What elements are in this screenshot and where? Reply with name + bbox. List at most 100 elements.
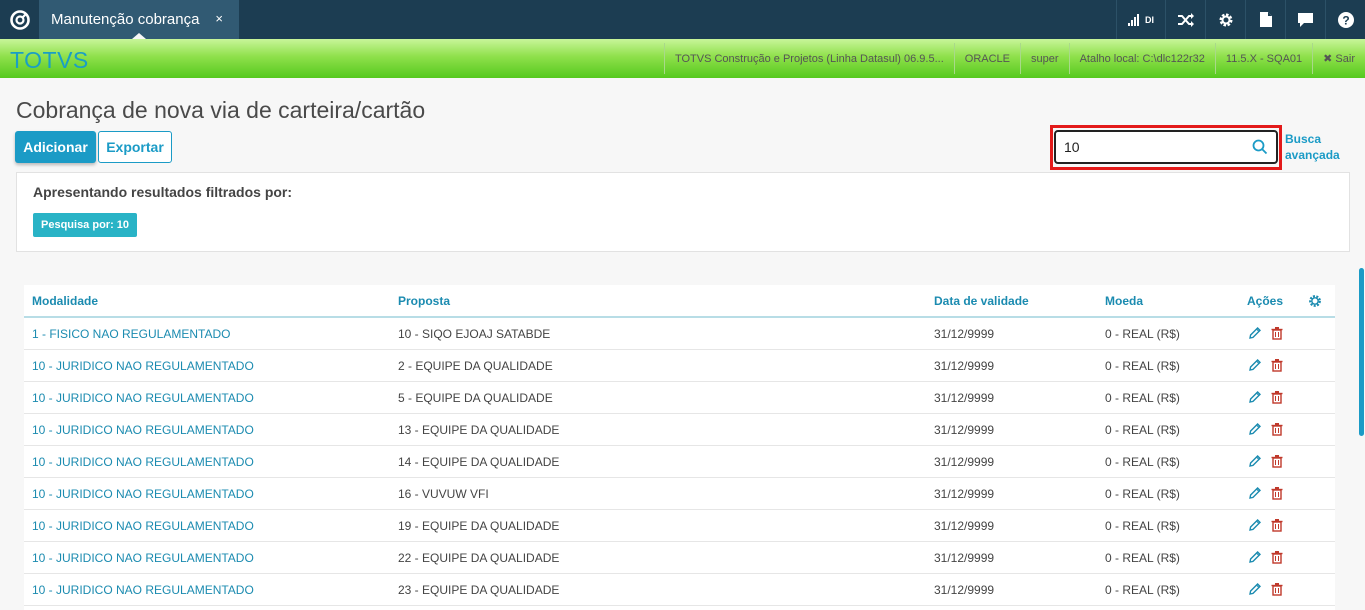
delete-trash-icon[interactable] bbox=[1270, 422, 1284, 436]
shuffle-icon[interactable] bbox=[1165, 0, 1205, 39]
table-row[interactable]: 10 - JURIDICO NAO REGULAMENTADO 19 - EQUI… bbox=[24, 510, 1335, 542]
edit-pencil-icon[interactable] bbox=[1248, 358, 1262, 372]
header-proposta[interactable]: Proposta bbox=[398, 294, 450, 308]
top-bar: Manutenção cobrança × DI ? bbox=[0, 0, 1365, 39]
edit-pencil-icon[interactable] bbox=[1248, 454, 1262, 468]
delete-trash-icon[interactable] bbox=[1270, 550, 1284, 564]
svg-text:?: ? bbox=[1342, 13, 1349, 27]
delete-trash-icon[interactable] bbox=[1270, 486, 1284, 500]
gear-icon[interactable] bbox=[1205, 0, 1245, 39]
table-row[interactable]: 10 - JURIDICO NAO REGULAMENTADO 5 - EQUIP… bbox=[24, 382, 1335, 414]
cell-modalidade[interactable]: 10 - JURIDICO NAO REGULAMENTADO bbox=[32, 391, 254, 405]
tab-label: Manutenção cobrança bbox=[51, 11, 200, 28]
advanced-search-link[interactable]: Busca avançada bbox=[1285, 131, 1340, 163]
cell-validade: 31/12/9999 bbox=[934, 519, 995, 533]
delete-trash-icon[interactable] bbox=[1270, 518, 1284, 532]
advanced-search-label-1: Busca bbox=[1285, 132, 1322, 146]
document-icon[interactable] bbox=[1245, 0, 1285, 39]
cell-moeda: 0 - REAL (R$) bbox=[1105, 423, 1180, 437]
shortcut-info: Atalho local: C:\dlc122r32 bbox=[1068, 43, 1215, 74]
chat-icon[interactable] bbox=[1285, 0, 1325, 39]
table-row[interactable]: 10 - JURIDICO NAO REGULAMENTADO 16 - VUVU… bbox=[24, 478, 1335, 510]
logout-button[interactable]: ✖ Sair bbox=[1312, 43, 1365, 74]
cell-moeda: 0 - REAL (R$) bbox=[1105, 455, 1180, 469]
cell-proposta: 22 - EQUIPE DA QUALIDADE bbox=[398, 551, 560, 565]
cell-validade: 31/12/9999 bbox=[934, 551, 995, 565]
delete-trash-icon[interactable] bbox=[1270, 454, 1284, 468]
header-moeda[interactable]: Moeda bbox=[1105, 294, 1143, 308]
cell-moeda: 0 - REAL (R$) bbox=[1105, 583, 1180, 597]
edit-pencil-icon[interactable] bbox=[1248, 326, 1262, 340]
signal-icon[interactable]: DI bbox=[1116, 0, 1165, 39]
table-row[interactable]: 1 - FISICO NAO REGULAMENTADO 10 - SIQO EJ… bbox=[24, 318, 1335, 350]
cell-moeda: 0 - REAL (R$) bbox=[1105, 551, 1180, 565]
header-bar: TOTVS TOTVS Construção e Projetos (Linha… bbox=[0, 39, 1365, 78]
cell-moeda: 0 - REAL (R$) bbox=[1105, 327, 1180, 341]
tab-close-icon[interactable]: × bbox=[215, 11, 223, 26]
cell-proposta: 14 - EQUIPE DA QUALIDADE bbox=[398, 455, 560, 469]
cell-modalidade[interactable]: 10 - JURIDICO NAO REGULAMENTADO bbox=[32, 455, 254, 469]
table-row[interactable]: 10 - JURIDICO NAO REGULAMENTADO 22 - EQUI… bbox=[24, 542, 1335, 574]
help-icon-svg: ? bbox=[1337, 11, 1354, 28]
results-table: Modalidade Proposta Data de validade Moe… bbox=[24, 285, 1335, 610]
cell-modalidade[interactable]: 10 - JURIDICO NAO REGULAMENTADO bbox=[32, 487, 254, 501]
edit-pencil-icon[interactable] bbox=[1248, 518, 1262, 532]
table-row[interactable]: 10 - JURIDICO NAO REGULAMENTADO 14 - EQUI… bbox=[24, 446, 1335, 478]
cell-validade: 31/12/9999 bbox=[934, 423, 995, 437]
chat-icon-svg bbox=[1298, 12, 1313, 27]
table-settings-gear-icon[interactable] bbox=[1308, 294, 1322, 308]
cell-moeda: 0 - REAL (R$) bbox=[1105, 359, 1180, 373]
delete-trash-icon[interactable] bbox=[1270, 326, 1284, 340]
cell-modalidade[interactable]: 1 - FISICO NAO REGULAMENTADO bbox=[32, 327, 230, 341]
cell-moeda: 0 - REAL (R$) bbox=[1105, 519, 1180, 533]
logo-icon-svg bbox=[9, 9, 30, 30]
version-info: 11.5.X - SQA01 bbox=[1214, 43, 1312, 74]
search-input[interactable] bbox=[1054, 130, 1278, 164]
cell-validade: 31/12/9999 bbox=[934, 391, 995, 405]
brand-logo: TOTVS bbox=[10, 47, 89, 73]
shuffle-icon-svg bbox=[1177, 12, 1194, 27]
cell-moeda: 0 - REAL (R$) bbox=[1105, 391, 1180, 405]
header-modalidade[interactable]: Modalidade bbox=[32, 294, 98, 308]
signal-icon-svg bbox=[1128, 13, 1139, 26]
logo-icon[interactable] bbox=[0, 0, 39, 39]
edit-pencil-icon[interactable] bbox=[1248, 390, 1262, 404]
filter-tag[interactable]: Pesquisa por: 10 bbox=[33, 213, 138, 237]
cell-validade: 31/12/9999 bbox=[934, 327, 995, 341]
delete-trash-icon[interactable] bbox=[1270, 582, 1284, 596]
gear-icon-svg bbox=[1219, 13, 1232, 26]
cell-validade: 31/12/9999 bbox=[934, 455, 995, 469]
delete-trash-icon[interactable] bbox=[1270, 390, 1284, 404]
add-button[interactable]: Adicionar bbox=[15, 131, 96, 163]
export-button[interactable]: Exportar bbox=[98, 131, 172, 163]
cell-modalidade[interactable]: 10 - JURIDICO NAO REGULAMENTADO bbox=[32, 423, 254, 437]
edit-pencil-icon[interactable] bbox=[1248, 422, 1262, 436]
scrollbar[interactable] bbox=[1359, 268, 1364, 436]
document-icon-svg bbox=[1259, 12, 1272, 27]
header-validade[interactable]: Data de validade bbox=[934, 294, 1029, 308]
cell-proposta: 2 - EQUIPE DA QUALIDADE bbox=[398, 359, 553, 373]
cell-proposta: 19 - EQUIPE DA QUALIDADE bbox=[398, 519, 560, 533]
help-icon[interactable]: ? bbox=[1325, 0, 1365, 39]
product-info: TOTVS Construção e Projetos (Linha Datas… bbox=[663, 43, 954, 74]
cell-moeda: 0 - REAL (R$) bbox=[1105, 487, 1180, 501]
table-row[interactable]: 10 - JURIDICO NAO REGULAMENTADO 13 - EQUI… bbox=[24, 414, 1335, 446]
edit-pencil-icon[interactable] bbox=[1248, 486, 1262, 500]
cell-proposta: 13 - EQUIPE DA QUALIDADE bbox=[398, 423, 560, 437]
cell-modalidade[interactable]: 10 - JURIDICO NAO REGULAMENTADO bbox=[32, 583, 254, 597]
user-info: super bbox=[1020, 43, 1069, 74]
cell-modalidade[interactable]: 10 - JURIDICO NAO REGULAMENTADO bbox=[32, 519, 254, 533]
edit-pencil-icon[interactable] bbox=[1248, 550, 1262, 564]
cell-proposta: 23 - EQUIPE DA QUALIDADE bbox=[398, 583, 560, 597]
search-icon[interactable] bbox=[1252, 139, 1268, 155]
table-row[interactable]: 10 - JURIDICO NAO REGULAMENTADO 2 - EQUIP… bbox=[24, 350, 1335, 382]
tab-manutencao-cobranca[interactable]: Manutenção cobrança × bbox=[39, 0, 239, 39]
database-info: ORACLE bbox=[953, 43, 1020, 74]
cell-modalidade[interactable]: 10 - JURIDICO NAO REGULAMENTADO bbox=[32, 359, 254, 373]
session-info: TOTVS Construção e Projetos (Linha Datas… bbox=[663, 43, 1365, 74]
table-row[interactable]: 10 - JURIDICO NAO REGULAMENTADO 23 - EQUI… bbox=[24, 574, 1335, 606]
delete-trash-icon[interactable] bbox=[1270, 358, 1284, 372]
cell-modalidade[interactable]: 10 - JURIDICO NAO REGULAMENTADO bbox=[32, 551, 254, 565]
advanced-search-label-2: avançada bbox=[1285, 148, 1340, 162]
edit-pencil-icon[interactable] bbox=[1248, 582, 1262, 596]
